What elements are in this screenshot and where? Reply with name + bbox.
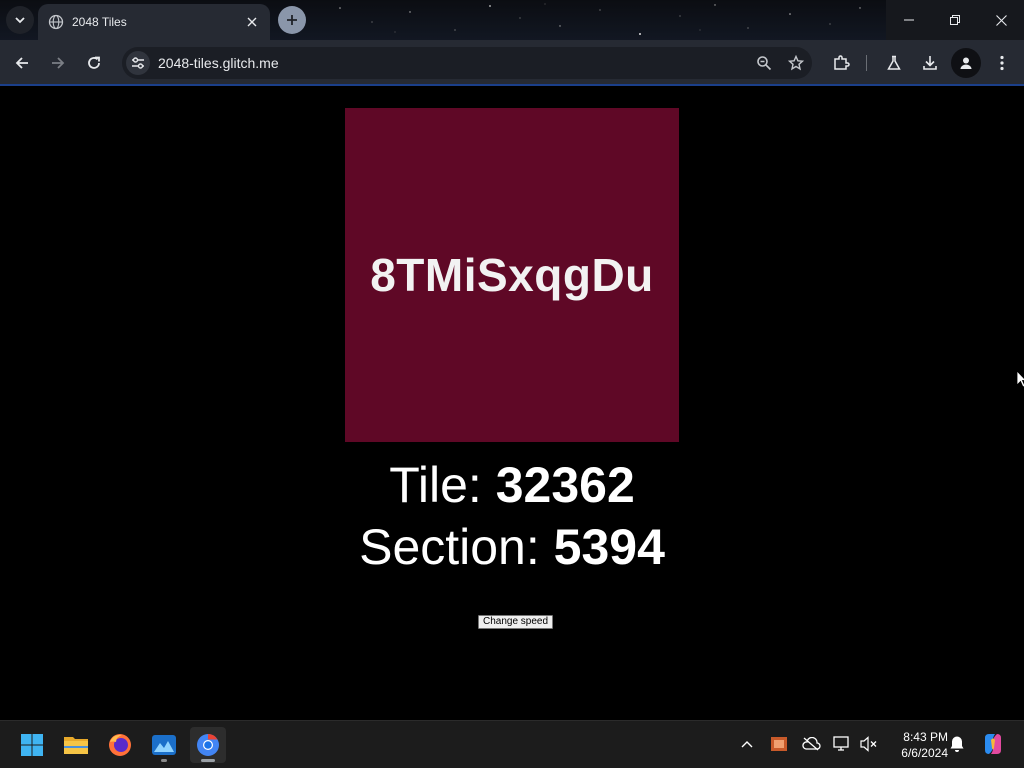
section-stat: Section: 5394 <box>0 516 1024 578</box>
downloads-button[interactable] <box>915 48 945 78</box>
onedrive-tray-icon[interactable] <box>800 733 822 755</box>
start-button[interactable] <box>14 727 50 763</box>
taskbar-firefox[interactable] <box>102 727 138 763</box>
more-vert-icon <box>1000 55 1004 71</box>
change-speed-button[interactable]: Change speed <box>478 615 554 629</box>
close-icon <box>995 14 1007 26</box>
clock-date: 6/6/2024 <box>901 746 948 760</box>
browser-toolbar: 2048-tiles.glitch.me <box>0 40 1024 86</box>
chrome-icon <box>197 734 219 756</box>
new-tab-button[interactable] <box>278 6 306 34</box>
web-page: 8TMiSxqgDu Tile: 32362 Section: 5394 Cha… <box>0 88 1024 720</box>
volume-tray-icon[interactable] <box>858 733 880 755</box>
star-icon <box>788 55 804 71</box>
tile-code: 8TMiSxqgDu <box>370 249 654 301</box>
firefox-icon <box>109 734 131 756</box>
tile-stat-label: Tile: <box>389 457 496 513</box>
section-stat-label: Section: <box>359 519 554 575</box>
reload-icon <box>88 56 100 69</box>
system-clock[interactable]: 8:43 PM 6/6/2024 <box>884 729 948 761</box>
labs-button[interactable] <box>879 48 909 78</box>
toolbar-divider <box>866 55 867 71</box>
download-icon <box>923 56 937 70</box>
zoom-button[interactable] <box>748 47 780 79</box>
restore-button[interactable] <box>932 0 978 40</box>
chevron-down-icon <box>15 17 25 24</box>
close-tab-icon[interactable] <box>244 14 260 30</box>
person-icon <box>960 57 972 69</box>
copilot-icon <box>985 734 1001 754</box>
puzzle-icon <box>834 55 850 70</box>
tray-app-icon[interactable] <box>768 733 790 755</box>
taskbar-photos[interactable] <box>146 727 182 763</box>
menu-button[interactable] <box>987 48 1017 78</box>
taskbar-chrome[interactable] <box>190 727 226 763</box>
stats-block: Tile: 32362 Section: 5394 <box>0 454 1024 578</box>
windows-start-icon <box>21 734 43 756</box>
browser-tab[interactable]: 2048 Tiles <box>38 4 270 40</box>
arrow-left-icon <box>15 57 28 69</box>
network-tray-icon[interactable] <box>832 733 854 755</box>
extensions-button[interactable] <box>826 48 856 78</box>
cloud-off-icon <box>802 737 821 751</box>
back-button[interactable] <box>7 48 37 78</box>
tile-display: 8TMiSxqgDu <box>345 108 679 442</box>
globe-icon <box>48 14 64 30</box>
restore-icon <box>950 15 960 25</box>
tile-stat: Tile: 32362 <box>0 454 1024 516</box>
chevron-up-icon <box>741 741 753 748</box>
active-indicator <box>201 759 215 762</box>
tile-stat-value: 32362 <box>495 457 635 513</box>
address-bar[interactable]: 2048-tiles.glitch.me <box>122 47 812 79</box>
close-window-button[interactable] <box>978 0 1024 40</box>
tune-icon <box>132 57 144 69</box>
notifications-button[interactable] <box>946 733 968 755</box>
site-info-button[interactable] <box>126 51 150 75</box>
browser-titlebar: 2048 Tiles <box>0 0 1024 40</box>
copilot-button[interactable] <box>980 731 1006 757</box>
profile-button[interactable] <box>951 48 981 78</box>
arrow-right-icon <box>52 57 65 69</box>
minimize-button[interactable] <box>886 0 932 40</box>
section-stat-value: 5394 <box>553 519 665 575</box>
monitor-network-icon <box>833 736 849 751</box>
speaker-muted-icon <box>860 736 877 752</box>
presentation-icon <box>771 737 787 751</box>
reload-button[interactable] <box>79 48 109 78</box>
flask-icon <box>887 55 901 70</box>
running-indicator <box>161 759 167 762</box>
url-text[interactable]: 2048-tiles.glitch.me <box>158 55 748 71</box>
plus-icon <box>287 15 297 25</box>
minimize-icon <box>904 19 914 21</box>
photos-icon <box>152 735 176 755</box>
tab-search-button[interactable] <box>6 6 34 34</box>
taskbar-file-explorer[interactable] <box>58 727 94 763</box>
bell-icon <box>950 736 964 752</box>
tab-title: 2048 Tiles <box>72 15 127 29</box>
file-explorer-icon <box>64 737 88 754</box>
forward-button[interactable] <box>43 48 73 78</box>
bookmark-button[interactable] <box>780 47 812 79</box>
clock-time: 8:43 PM <box>903 730 948 744</box>
windows-taskbar: 8:43 PM 6/6/2024 <box>0 720 1024 768</box>
zoom-icon <box>757 56 772 71</box>
mouse-cursor-icon <box>1016 370 1024 388</box>
show-hidden-icons-button[interactable] <box>736 733 758 755</box>
